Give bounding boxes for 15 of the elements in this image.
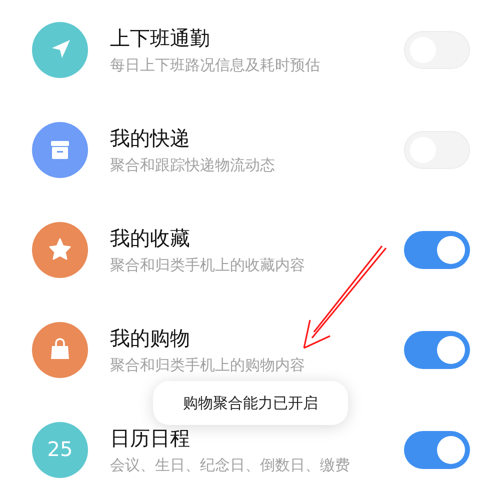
item-title: 日历日程 (110, 425, 191, 452)
item-description: 聚合和归类手机上的收藏内容 (110, 255, 306, 276)
item-description: 每日上下班路况信息及耗时预估 (110, 55, 321, 76)
toggle-switch[interactable] (404, 231, 470, 269)
toggle-switch[interactable] (404, 331, 470, 369)
item-description: 聚合和跟踪快递物流动态 (110, 155, 276, 176)
item-title: 我的收藏 (110, 225, 191, 252)
item-title: 我的快递 (110, 125, 191, 152)
item-title: 上下班通勤 (110, 25, 211, 52)
toast-message: 购物聚合能力已开启 (153, 381, 348, 425)
calendar-date-icon: 25 (32, 422, 88, 478)
toggle-switch[interactable] (404, 431, 470, 469)
item-description: 会议、生日、纪念日、倒数日、缴费 (110, 455, 351, 476)
item-description: 聚合和归类手机上的购物内容 (110, 355, 306, 376)
item-title: 我的购物 (110, 325, 191, 352)
